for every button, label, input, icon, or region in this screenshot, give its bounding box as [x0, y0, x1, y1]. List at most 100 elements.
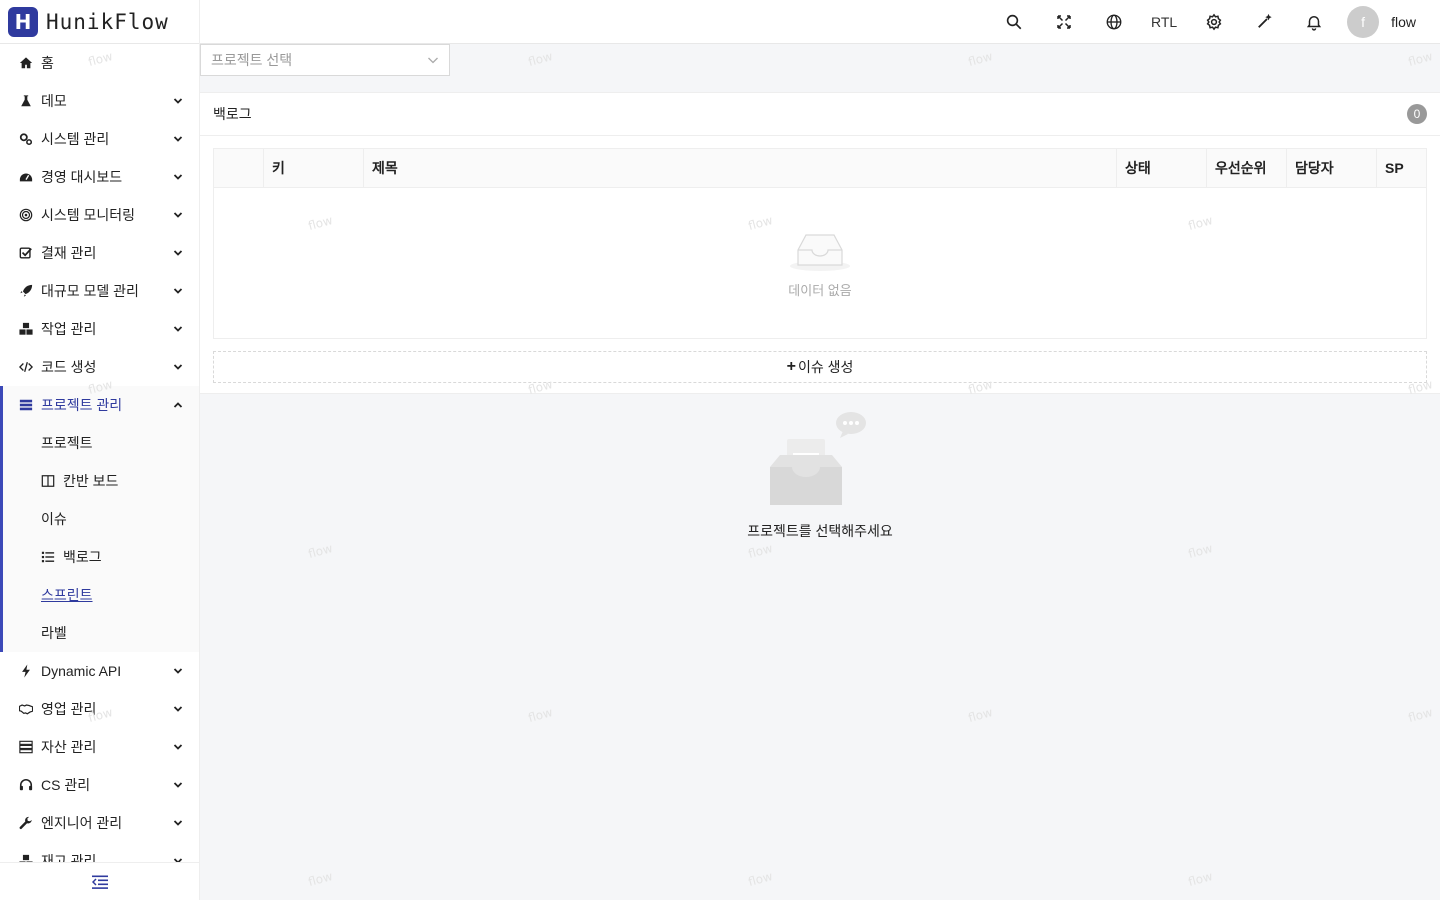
sidebar-item-label: 시스템 관리	[41, 131, 110, 147]
empty-mailbox-icon	[770, 412, 866, 505]
project-select-placeholder: 프로젝트 선택	[211, 52, 293, 68]
sidebar-item-label: CS 관리	[41, 777, 91, 793]
sidebar-item-sales[interactable]: 영업 관리	[0, 690, 199, 728]
backlog-table: 키 제목 상태 우선순위 담당자 SP 데이터 없음	[213, 148, 1427, 339]
chevron-down-icon	[173, 668, 183, 674]
settings-button[interactable]	[1189, 0, 1239, 44]
search-icon	[1006, 14, 1022, 29]
column-header-sp[interactable]: SP	[1377, 149, 1426, 187]
menu-fold-icon	[91, 875, 108, 889]
empty-text: 데이터 없음	[788, 282, 852, 298]
sidebar-item-codegen[interactable]: 코드 생성	[0, 348, 199, 386]
chevron-down-icon	[173, 212, 183, 218]
sidebar-subitem-sprint[interactable]: 스프린트	[3, 576, 199, 614]
logo[interactable]: H HunikFlow	[0, 0, 200, 44]
plus-icon: +	[786, 358, 796, 375]
create-issue-button[interactable]: + 이슈 생성	[213, 351, 1427, 383]
sidebar-item-engineer[interactable]: 엔지니어 관리	[0, 804, 199, 842]
sidebar-item-label: 프로젝트	[41, 435, 93, 451]
sidebar-item-label: 데모	[41, 93, 67, 109]
sidebar-item-dynamic-api[interactable]: Dynamic API	[0, 652, 199, 690]
handshake-icon	[19, 702, 33, 716]
sidebar-subitem-backlog[interactable]: 백로그	[3, 538, 199, 576]
backlog-panel: 백로그 0 키 제목 상태 우선순위 담당자 SP 데이터 없음 + 이슈 생성	[200, 92, 1440, 394]
table-header: 키 제목 상태 우선순위 담당자 SP	[214, 149, 1426, 188]
user-menu[interactable]: f flow	[1347, 5, 1416, 38]
wrench-icon	[19, 816, 33, 830]
rtl-toggle[interactable]: RTL	[1139, 0, 1189, 44]
sidebar-item-project[interactable]: 프로젝트 관리	[0, 386, 199, 424]
column-header-priority[interactable]: 우선순위	[1207, 149, 1287, 187]
project-select[interactable]: 프로젝트 선택	[200, 44, 450, 76]
sidebar-item-label: 백로그	[63, 549, 102, 565]
chevron-down-icon	[173, 706, 183, 712]
sidebar-item-demo[interactable]: 데모	[0, 82, 199, 120]
bell-icon	[1306, 15, 1322, 31]
user-name: flow	[1391, 13, 1416, 30]
app-name: HunikFlow	[46, 9, 169, 34]
sidebar: 홈 데모 시스템 관리 경영 대시보드 시스템 모니터링 결재 관리 대규모 모…	[0, 44, 200, 900]
column-header-title[interactable]: 제목	[364, 149, 1117, 187]
search-button[interactable]	[989, 0, 1039, 44]
empty-inbox-icon	[790, 233, 850, 271]
sidebar-item-label: 자산 관리	[41, 739, 97, 755]
sidebar-item-label: 경영 대시보드	[41, 169, 123, 185]
sidebar-item-label: 시스템 모니터링	[41, 207, 136, 223]
code-icon	[19, 360, 33, 374]
project-submenu: 프로젝트 칸반 보드 이슈 백로그 스프린트 라벨	[0, 424, 199, 652]
sidebar-collapse-button[interactable]	[0, 862, 199, 900]
sidebar-item-home[interactable]: 홈	[0, 44, 199, 82]
sidebar-subitem-project[interactable]: 프로젝트	[3, 424, 199, 462]
cubes-icon	[19, 322, 33, 336]
sidebar-item-system[interactable]: 시스템 관리	[0, 120, 199, 158]
sidebar-item-approval[interactable]: 결재 관리	[0, 234, 199, 272]
sidebar-item-label: 엔지니어 관리	[41, 815, 123, 831]
logo-mark: H	[8, 6, 38, 37]
sidebar-item-jobs[interactable]: 작업 관리	[0, 310, 199, 348]
sidebar-subitem-issue[interactable]: 이슈	[3, 500, 199, 538]
main-content: 프로젝트 선택 백로그 0 키 제목 상태 우선순위 담당자 SP 데이터 없음…	[200, 44, 1440, 900]
chevron-down-icon	[173, 364, 183, 370]
chevron-down-icon	[173, 174, 183, 180]
sidebar-item-llm[interactable]: 대규모 모델 관리	[0, 272, 199, 310]
chevron-up-icon	[173, 402, 183, 408]
column-header-key[interactable]: 키	[264, 149, 364, 187]
sidebar-menu: 홈 데모 시스템 관리 경영 대시보드 시스템 모니터링 결재 관리 대규모 모…	[0, 44, 199, 862]
magic-wand-icon	[1258, 13, 1272, 28]
chevron-down-icon	[173, 136, 183, 142]
check-square-icon	[19, 246, 33, 260]
sidebar-subitem-kanban[interactable]: 칸반 보드	[3, 462, 199, 500]
avatar: f	[1347, 5, 1380, 38]
column-header-status[interactable]: 상태	[1117, 149, 1207, 187]
fullscreen-button[interactable]	[1039, 0, 1089, 44]
sidebar-item-assets[interactable]: 자산 관리	[0, 728, 199, 766]
language-button[interactable]	[1089, 0, 1139, 44]
fullscreen-icon	[1057, 14, 1071, 29]
sidebar-item-label: 스프린트	[41, 587, 93, 603]
notification-button[interactable]	[1289, 0, 1339, 44]
sidebar-item-label: 대규모 모델 관리	[41, 283, 139, 299]
sidebar-item-monitoring[interactable]: 시스템 모니터링	[0, 196, 199, 234]
sidebar-item-dashboard[interactable]: 경영 대시보드	[0, 158, 199, 196]
empty-state: 데이터 없음	[214, 189, 1426, 339]
sidebar-item-label: 홈	[41, 55, 54, 71]
sidebar-item-label: 프로젝트 관리	[41, 397, 123, 413]
sidebar-item-cs[interactable]: CS 관리	[0, 766, 199, 804]
headset-icon	[19, 778, 33, 792]
column-header-select	[214, 149, 264, 187]
sidebar-subitem-label[interactable]: 라벨	[3, 614, 199, 652]
column-header-assignee[interactable]: 담당자	[1287, 149, 1377, 187]
target-icon	[19, 208, 33, 222]
sidebar-item-label: 칸반 보드	[63, 473, 119, 489]
backlog-count-badge: 0	[1407, 104, 1427, 124]
placeholder-text: 프로젝트를 선택해주세요	[747, 523, 893, 539]
sidebar-item-inventory[interactable]: 재고 관리	[0, 842, 199, 862]
server-icon	[19, 740, 33, 754]
boxes-icon	[19, 854, 33, 862]
list-ul-icon	[41, 550, 55, 564]
select-project-placeholder: 프로젝트를 선택해주세요	[200, 409, 1440, 541]
theme-button[interactable]	[1239, 0, 1289, 44]
dashboard-icon	[19, 170, 33, 184]
columns-icon	[41, 474, 55, 488]
sidebar-item-label: 작업 관리	[41, 321, 97, 337]
